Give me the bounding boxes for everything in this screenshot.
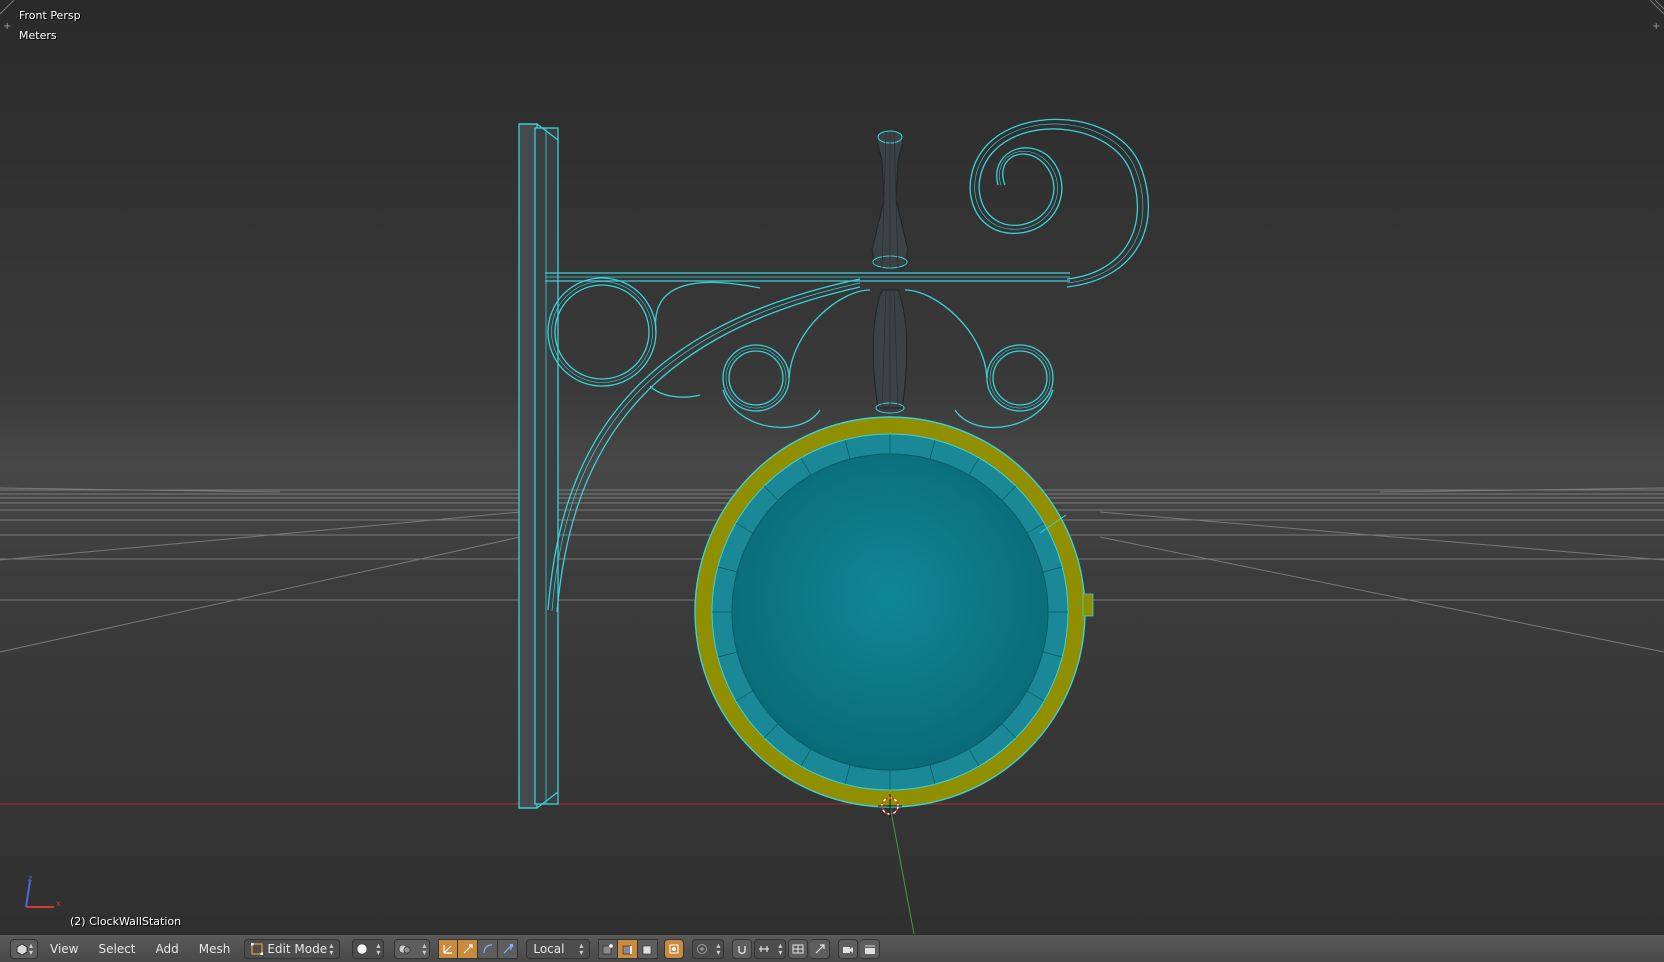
mesh-finial <box>871 130 909 414</box>
chevron-updown-icon: ▴ ▾ <box>376 940 381 957</box>
menu-select[interactable]: Select <box>88 939 145 959</box>
units-label: Meters <box>19 29 57 42</box>
chevron-updown-icon: ▴ ▾ <box>28 940 33 957</box>
menu-add[interactable]: Add <box>146 939 189 959</box>
edge-select-icon <box>622 945 632 954</box>
pivot-dropdown[interactable]: ▴ ▾ <box>394 938 431 959</box>
chevron-updown-icon: ▴ ▾ <box>422 940 427 957</box>
snap-icon <box>738 945 747 954</box>
manipulator-icon <box>443 944 453 954</box>
limit-selection-group <box>664 938 686 959</box>
vertex-select-icon <box>603 943 614 954</box>
render-group <box>838 938 882 959</box>
translate-icon <box>463 943 473 953</box>
axis-z-letter: z <box>28 875 32 883</box>
scale-toggle[interactable] <box>498 938 519 959</box>
mesh-clock <box>694 416 1094 808</box>
snap-group: ▴ ▾ <box>732 938 832 959</box>
mirror-toggle[interactable] <box>788 938 809 959</box>
view-name-label: Front Persp <box>19 9 81 22</box>
chevron-updown-icon: ▴ ▾ <box>716 940 721 957</box>
scale-icon <box>503 943 513 953</box>
render-opengl-button[interactable] <box>838 938 859 959</box>
chevron-updown-icon: ▴ ▾ <box>329 940 334 957</box>
face-select-icon <box>642 945 652 954</box>
manipulator-group <box>438 938 519 959</box>
3d-viewport[interactable]: Front Persp Meters (2) ClockWallStation … <box>0 0 1664 934</box>
face-select-button[interactable] <box>638 938 659 959</box>
snap-target-icon <box>759 945 770 952</box>
solid-sphere-icon <box>357 943 368 954</box>
menu-mesh[interactable]: Mesh <box>189 939 241 959</box>
mirror-icon <box>792 944 804 953</box>
rotate-icon <box>483 943 492 953</box>
manipulator-toggle[interactable] <box>438 938 459 959</box>
chevron-updown-icon: ▴ ▾ <box>579 940 584 957</box>
vertex-select-button[interactable] <box>598 938 619 959</box>
render-animation-button[interactable] <box>860 938 881 959</box>
region-toggle-left[interactable]: + <box>3 22 11 32</box>
translate-toggle[interactable] <box>458 938 479 959</box>
chevron-updown-icon: ▴ ▾ <box>778 940 783 957</box>
editor-type-button[interactable]: ▴ ▾ <box>10 938 38 959</box>
render-icon <box>843 946 854 953</box>
edit-mode-icon <box>251 942 264 955</box>
snap-extra-icon <box>815 943 825 953</box>
mesh-arm <box>545 272 1070 282</box>
shading-dropdown[interactable]: ▴ ▾ <box>352 938 385 959</box>
rotate-toggle[interactable] <box>478 938 499 959</box>
viewport-header: ▴ ▾ View Select Add Mesh Edit Mode ▴ ▾ ▴ ▾ <box>0 934 1664 962</box>
area-split-corner[interactable] <box>1644 0 1664 20</box>
mode-dropdown[interactable]: Edit Mode ▴ ▾ <box>244 938 341 959</box>
3d-view-icon <box>16 943 28 955</box>
snap-target-dropdown[interactable]: ▴ ▾ <box>754 938 787 959</box>
orientation-dropdown[interactable]: Local ▴ ▾ <box>526 938 591 959</box>
menu-view[interactable]: View <box>40 939 88 959</box>
proportional-edit-icon <box>697 943 708 954</box>
snap-toggle[interactable] <box>732 938 753 959</box>
mode-label: Edit Mode <box>267 941 328 956</box>
blender-window: Front Persp Meters (2) ClockWallStation … <box>0 0 1664 962</box>
y-axis-line <box>889 805 915 934</box>
mesh-wall-post <box>518 123 559 809</box>
limit-selection-button[interactable] <box>664 938 685 959</box>
select-mode-group <box>598 938 659 959</box>
region-toggle-right[interactable]: + <box>1652 22 1660 32</box>
edge-select-button[interactable] <box>618 938 639 959</box>
area-split-corner-left[interactable] <box>0 0 20 20</box>
active-object-label: (2) ClockWallStation <box>70 915 182 928</box>
scene-canvas[interactable] <box>0 0 1664 934</box>
clapper-icon <box>864 944 875 954</box>
limit-selection-icon <box>669 944 679 953</box>
axis-x-letter: x <box>56 899 61 908</box>
proportional-edit-dropdown[interactable]: ▴ ▾ <box>692 938 725 959</box>
orientation-label: Local <box>533 941 565 956</box>
extra-snap-toggle[interactable] <box>810 938 831 959</box>
axis-gizmo: x z <box>25 875 61 908</box>
pivot-point-icon <box>399 944 411 954</box>
